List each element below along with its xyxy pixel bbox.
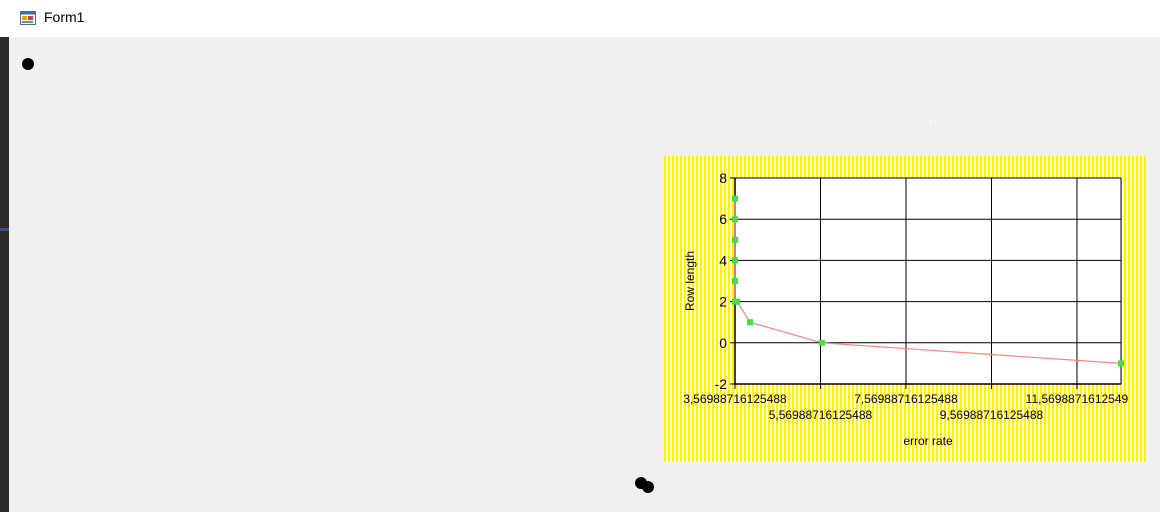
y-tick-label: 6 xyxy=(719,211,727,227)
y-tick-label: -2 xyxy=(715,376,728,392)
data-point xyxy=(734,298,741,305)
form-window-icon xyxy=(20,11,36,25)
artifact-dot xyxy=(930,121,932,123)
y-tick-label: 8 xyxy=(719,170,727,186)
point-marker-bottom-b xyxy=(642,481,654,493)
point-marker-top-left xyxy=(22,58,34,70)
line-chart: 8 6 4 2 0 -23,56988716125488 5,56988716125488 7… xyxy=(683,170,1129,448)
x-tick-label: 5,56988716125488 xyxy=(769,408,873,422)
data-point xyxy=(732,216,739,223)
data-point xyxy=(746,319,753,326)
y-tick-label: 0 xyxy=(719,335,727,351)
plot-area xyxy=(735,178,1121,384)
y-axis-label: Row length xyxy=(683,251,697,311)
x-axis-label: error rate xyxy=(903,434,953,448)
data-point xyxy=(732,195,739,202)
edge-mark-middle xyxy=(0,228,9,231)
x-tick-label: 9,56988716125488 xyxy=(940,408,1044,422)
data-point xyxy=(732,257,739,264)
left-edge-strip xyxy=(0,0,9,512)
data-point xyxy=(1118,360,1124,367)
data-point xyxy=(732,278,739,284)
y-tick-label: 2 xyxy=(719,294,727,310)
title-bar[interactable]: Form1 xyxy=(0,0,1160,37)
y-tick-label: 4 xyxy=(719,252,727,268)
data-point xyxy=(818,339,825,346)
chart-panel: 8 6 4 2 0 -2 3,56988716125488 5,56988716125488 7… xyxy=(664,156,1146,462)
x-tick-label: 7,56988716125488 xyxy=(854,392,958,406)
x-tick-label: 11,5698871612549 xyxy=(1026,392,1129,406)
x-tick-label: 3,56988716125488 xyxy=(683,392,787,406)
data-point xyxy=(732,236,739,243)
form1-window: Form1 8 6 4 2 0 -2 3,56988716125488 5,569887161… xyxy=(0,0,1160,512)
window-title: Form1 xyxy=(44,9,85,25)
